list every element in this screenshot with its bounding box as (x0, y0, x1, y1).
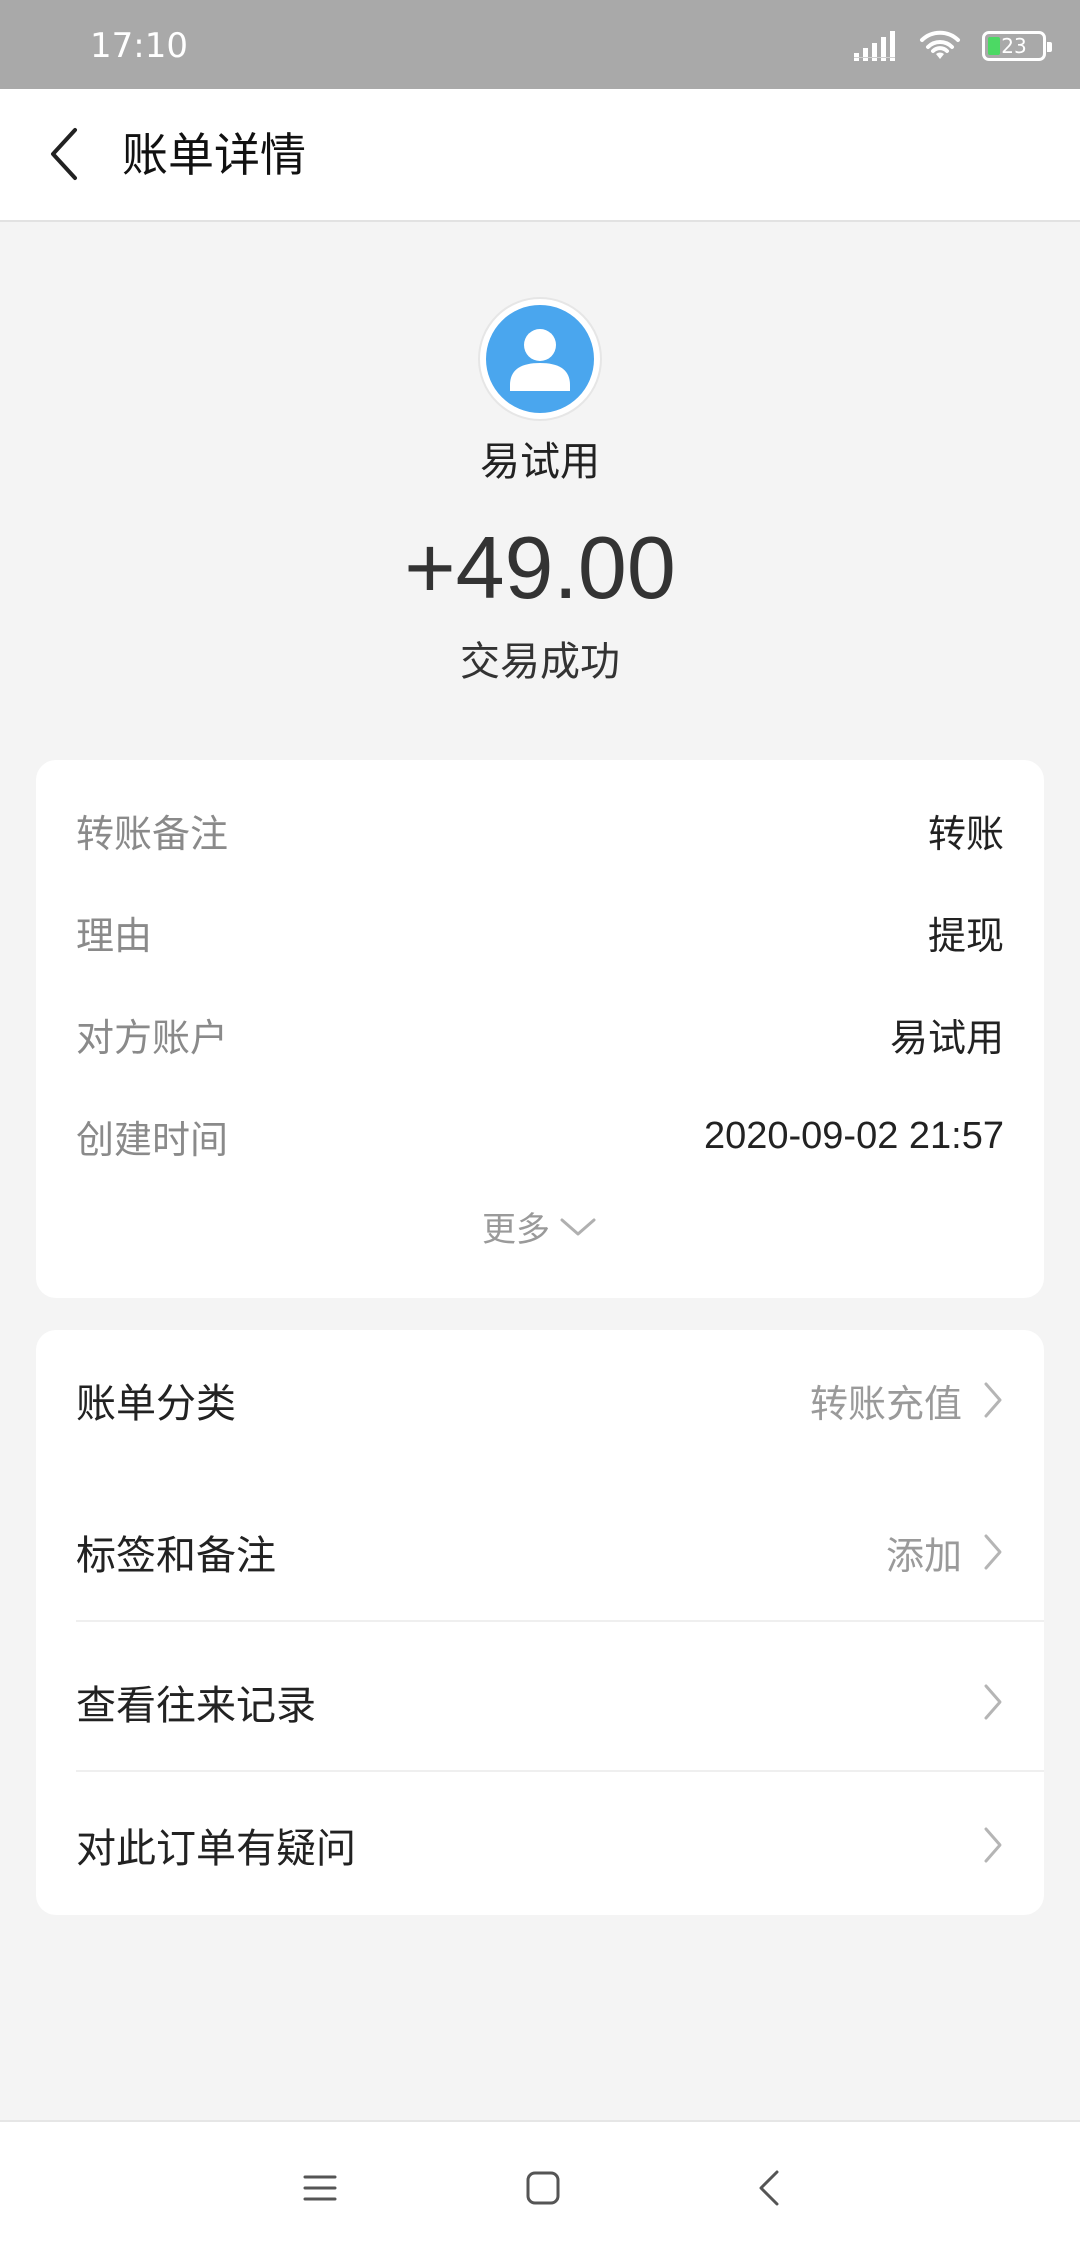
more-toggle[interactable]: 更多 (36, 1196, 1044, 1256)
status-icons: 23 (854, 28, 1052, 64)
detail-row-created-time: 创建时间 2020-09-02 21:57 (76, 1106, 1004, 1166)
detail-value: 易试用 (889, 1017, 1004, 1060)
action-row-history[interactable]: 查看往来记录 (36, 1632, 1044, 1772)
detail-label: 理由 (76, 913, 153, 958)
status-time: 17:10 (90, 26, 188, 66)
detail-row-reason: 理由 提现 (76, 902, 1004, 962)
detail-value: 转账 (927, 813, 1004, 856)
more-label: 更多 (482, 1209, 550, 1250)
detail-row-remark: 转账备注 转账 (76, 800, 1004, 860)
action-row-order-question[interactable]: 对此订单有疑问 (36, 1775, 1044, 1915)
action-value: 添加 (885, 1533, 962, 1578)
avatar[interactable] (478, 297, 602, 421)
page-title: 账单详情 (122, 128, 306, 182)
action-label: 查看往来记录 (76, 1683, 316, 1729)
signal-icon (854, 31, 895, 61)
home-square-icon (526, 2171, 560, 2205)
detail-value: 2020-09-02 21:57 (703, 1114, 1004, 1157)
action-label: 账单分类 (76, 1381, 236, 1427)
detail-label: 创建时间 (76, 1117, 229, 1162)
back-triangle-icon (759, 2170, 779, 2206)
detail-value: 提现 (927, 915, 1004, 958)
chevron-right-icon (984, 1827, 1002, 1863)
nav-menu-button[interactable] (290, 2158, 350, 2218)
payee-name: 易试用 (480, 439, 600, 485)
chevron-right-icon (984, 1382, 1002, 1418)
detail-label: 转账备注 (76, 811, 229, 856)
battery-icon: 23 (982, 31, 1052, 61)
detail-row-account: 对方账户 易试用 (76, 1004, 1004, 1064)
action-label: 对此订单有疑问 (76, 1826, 356, 1872)
header: 账单详情 (0, 89, 1080, 222)
battery-fill (988, 37, 1000, 55)
menu-icon (303, 2175, 337, 2201)
back-button[interactable] (30, 119, 100, 189)
system-nav-bar (0, 2120, 1080, 2248)
nav-back-button[interactable] (740, 2158, 800, 2218)
user-avatar-icon (510, 329, 570, 391)
detail-card: 转账备注 转账 理由 提现 对方账户 易试用 创建时间 2020-09-02 2… (36, 760, 1044, 1298)
status-bar: 17:10 23 (0, 0, 1080, 89)
wifi-icon (920, 30, 960, 59)
nav-home-button[interactable] (513, 2158, 573, 2218)
chevron-left-icon (51, 128, 77, 180)
battery-level: 23 (1001, 34, 1027, 58)
action-label: 标签和备注 (76, 1533, 276, 1579)
amount: +49.00 (404, 518, 676, 617)
action-card: 账单分类 转账充值 标签和备注 添加 查看往来记录 对此订单有疑问 (36, 1330, 1044, 1915)
chevron-right-icon (984, 1534, 1002, 1570)
transaction-status: 交易成功 (460, 639, 620, 685)
detail-label: 对方账户 (76, 1015, 229, 1060)
action-value: 转账充值 (809, 1381, 962, 1426)
action-row-tags-notes[interactable]: 标签和备注 添加 (36, 1482, 1044, 1622)
action-row-bill-category[interactable]: 账单分类 转账充值 (36, 1330, 1044, 1470)
chevron-right-icon (984, 1684, 1002, 1720)
chevron-down-icon (560, 1218, 596, 1236)
